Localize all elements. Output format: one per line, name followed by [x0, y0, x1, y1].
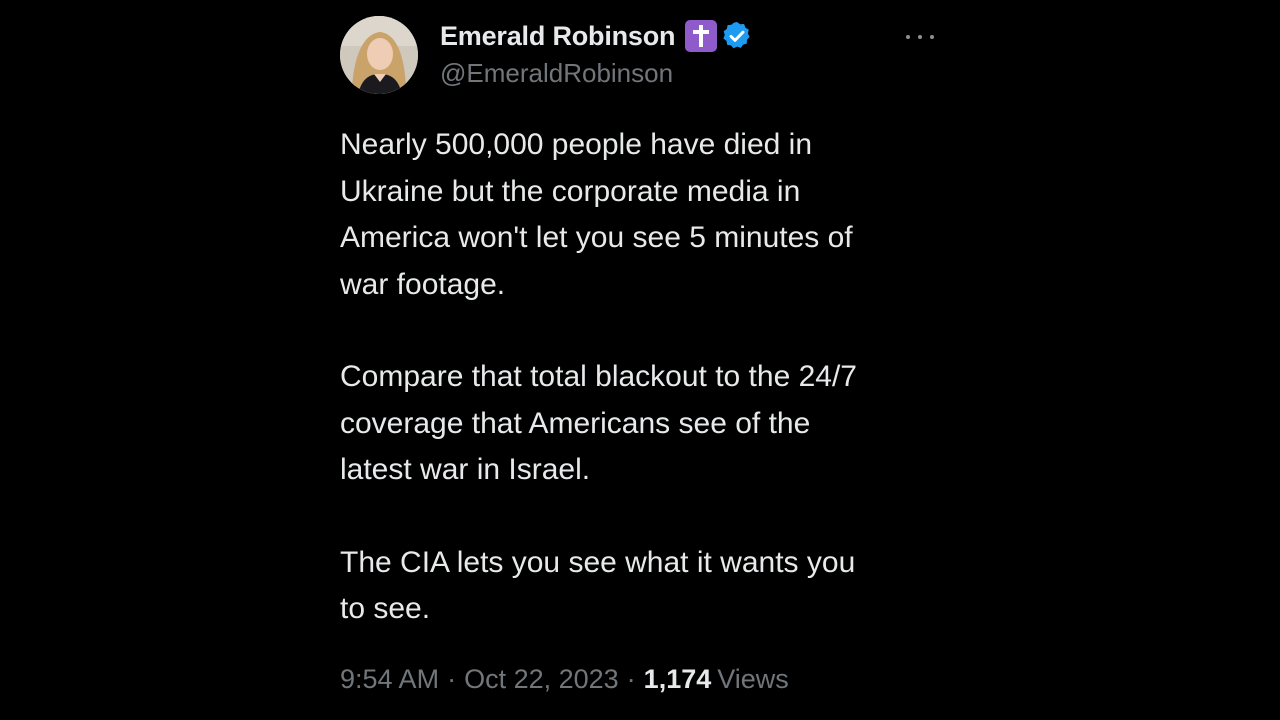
user-handle[interactable]: @EmeraldRobinson — [440, 58, 753, 89]
text-line: America won't let you see 5 minutes of — [340, 221, 853, 254]
views-label: Views — [717, 664, 789, 694]
tweet-card: Emerald Robinson @EmeraldRobinson Nearly… — [340, 16, 940, 716]
text-line: coverage that Americans see of the — [340, 406, 811, 440]
dot — [918, 35, 922, 39]
tweet-paragraph: Nearly 500,000 people have died in Ukrai… — [340, 122, 940, 308]
latin-cross-icon — [685, 20, 718, 52]
text-line: war footage. — [340, 267, 506, 301]
text-line: Nearly 500,000 people have died in — [340, 128, 813, 161]
text-line: latest war in Israel. — [340, 453, 591, 486]
text-line: Ukraine but the corporate media in — [340, 174, 801, 208]
name-row: Emerald Robinson — [440, 18, 753, 54]
tweet-time[interactable]: 9:54 AM — [340, 664, 439, 694]
views-count[interactable]: 1,174 — [644, 664, 712, 694]
author-block: Emerald Robinson @EmeraldRobinson — [440, 18, 753, 89]
text-line: Compare that total blackout to the 24/7 — [340, 360, 857, 393]
dot — [930, 35, 934, 39]
tweet-date[interactable]: Oct 22, 2023 — [464, 664, 619, 694]
tweet-paragraph: The CIA lets you see what it wants you t… — [340, 540, 940, 633]
text-line: to see. — [340, 592, 431, 625]
tweet-text: Nearly 500,000 people have died in Ukrai… — [340, 122, 940, 679]
tweet-meta: 9:54 AM · Oct 22, 2023 · 1,174 Views — [340, 664, 789, 695]
meta-separator: · — [626, 664, 636, 694]
tweet-paragraph: Compare that total blackout to the 24/7 … — [340, 354, 940, 494]
display-name[interactable]: Emerald Robinson — [440, 21, 676, 52]
more-options-icon[interactable] — [900, 30, 940, 44]
meta-separator: · — [447, 664, 457, 694]
text-line: The CIA lets you see what it wants you — [340, 545, 856, 579]
verified-badge-icon[interactable] — [721, 20, 753, 52]
dot — [906, 35, 910, 39]
avatar[interactable] — [340, 16, 418, 94]
